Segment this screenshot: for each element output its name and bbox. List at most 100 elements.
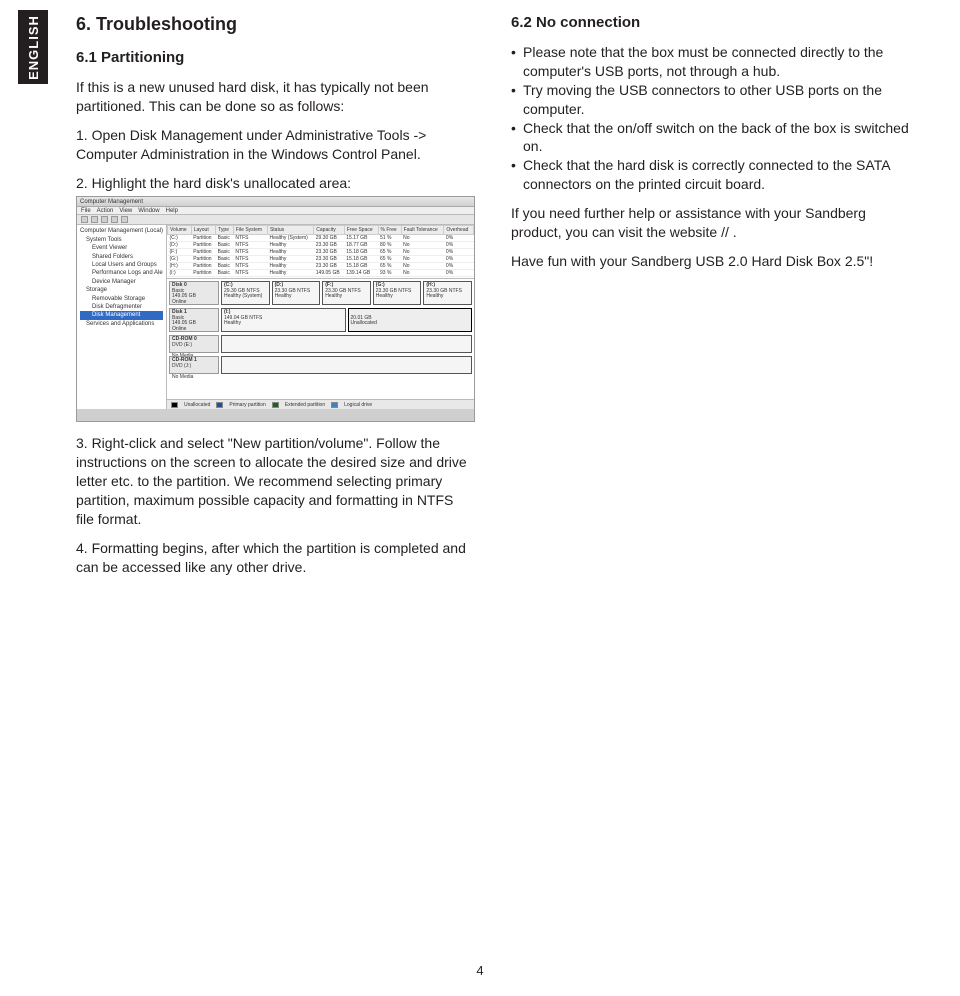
grid-cell: (I:) (168, 270, 192, 277)
grid-cell: Basic (216, 242, 234, 249)
grid-cell: Partition (191, 256, 215, 263)
grid-cell: No (401, 263, 444, 270)
grid-cell: (F:) (168, 249, 192, 256)
col-header: Free Space (344, 226, 378, 235)
partition: (C:)29.30 GB NTFSHealthy (System) (221, 281, 270, 305)
grid-cell: Basic (216, 263, 234, 270)
disk-partitions: (C:)29.30 GB NTFSHealthy (System)(D:)23.… (221, 281, 472, 305)
partition: (G:)23.30 GB NTFSHealthy (373, 281, 422, 305)
heading-no-connection: 6.2 No connection (511, 14, 910, 31)
disk-row: CD-ROM 1DVD (J:)No Media (169, 356, 472, 374)
grid-cell: 93 % (378, 270, 401, 277)
partition: (I:)149.04 GB NTFSHealthy (221, 308, 346, 332)
right-column: 6.2 No connection Please note that the b… (511, 14, 910, 587)
grid-cell: 149.05 GB (314, 270, 345, 277)
tree-node: Services and Applications (80, 320, 163, 328)
grid-cell: 23.30 GB (314, 263, 345, 270)
partitioning-intro: If this is a new unused hard disk, it ha… (76, 78, 475, 116)
col-header: % Free (378, 226, 401, 235)
disk-partitions (221, 335, 472, 353)
menu-item: Action (97, 208, 114, 214)
grid-cell: 15.17 GB (344, 235, 378, 242)
grid-cell: NTFS (233, 242, 267, 249)
grid-cell: 0% (444, 263, 474, 270)
language-tab-text: ENGLISH (26, 15, 41, 80)
tree-root: Computer Management (Local) (80, 227, 163, 235)
grid-cell: No (401, 249, 444, 256)
grid-cell: 0% (444, 256, 474, 263)
disk-row: Disk 1Basic149.05 GBOnline(I:)149.04 GB … (169, 308, 472, 332)
window-title: Computer Management (80, 199, 143, 205)
menu-item: File (81, 208, 91, 214)
menu-bar: File Action View Window Help (77, 207, 474, 215)
grid-cell: (G:) (168, 256, 192, 263)
grid-cell: 139.14 GB (344, 270, 378, 277)
grid-cell: 0% (444, 249, 474, 256)
grid-cell: Basic (216, 270, 234, 277)
legend-label: Extended partition (285, 402, 325, 408)
grid-cell: Healthy (267, 263, 313, 270)
legend-swatch (272, 402, 279, 408)
grid-cell: 0% (444, 270, 474, 277)
grid-cell: Partition (191, 270, 215, 277)
grid-cell: Partition (191, 249, 215, 256)
legend-bar: Unallocated Primary partition Extended p… (167, 399, 474, 409)
disk-row: CD-ROM 0DVD (E:)No Media (169, 335, 472, 353)
bullet-item: Check that the hard disk is correctly co… (511, 156, 910, 194)
no-connection-list: Please note that the box must be connect… (511, 43, 910, 194)
menu-item: View (119, 208, 132, 214)
grid-cell: NTFS (233, 249, 267, 256)
grid-cell: 65 % (378, 256, 401, 263)
step-4: 4. Formatting begins, after which the pa… (76, 539, 475, 577)
partition: (F:)23.30 GB NTFSHealthy (322, 281, 371, 305)
grid-cell: NTFS (233, 256, 267, 263)
tree-node: System Tools (80, 236, 163, 244)
toolbar-button (91, 216, 98, 223)
legend-label: Primary partition (229, 402, 265, 408)
grid-cell: 51 % (378, 235, 401, 242)
grid-cell: 80 % (378, 242, 401, 249)
col-header: Type (216, 226, 234, 235)
step-2: 2. Highlight the hard disk's unallocated… (76, 174, 475, 193)
grid-cell: 23.30 GB (314, 242, 345, 249)
grid-cell: (D:) (168, 242, 192, 249)
menu-item: Help (166, 208, 178, 214)
page-content: 6. Troubleshooting 6.1 Partitioning If t… (0, 0, 960, 607)
window-titlebar: Computer Management (77, 197, 474, 207)
grid-cell: Partition (191, 235, 215, 242)
toolbar-button (101, 216, 108, 223)
left-column: 6. Troubleshooting 6.1 Partitioning If t… (76, 14, 475, 587)
col-header: Volume (168, 226, 192, 235)
grid-cell: 15.18 GB (344, 263, 378, 270)
tree-node: Device Manager (80, 278, 163, 286)
volume-grid: Volume Layout Type File System Status Ca… (167, 225, 474, 279)
tree-node: Disk Defragmenter (80, 303, 163, 311)
step-3: 3. Right-click and select "New partition… (76, 434, 475, 528)
grid-cell: 65 % (378, 249, 401, 256)
tree-pane: Computer Management (Local) System Tools… (77, 225, 167, 409)
grid-cell: Healthy (267, 256, 313, 263)
page-number: 4 (0, 963, 960, 978)
grid-cell: Basic (216, 235, 234, 242)
disk-label: Disk 0Basic149.05 GBOnline (169, 281, 219, 305)
tree-node: Removable Storage (80, 295, 163, 303)
grid-cell: Basic (216, 256, 234, 263)
grid-cell: 65 % (378, 263, 401, 270)
grid-cell: 29.30 GB (314, 235, 345, 242)
disk-partitions: (I:)149.04 GB NTFSHealthy20.01 GBUnalloc… (221, 308, 472, 332)
grid-cell: (H:) (168, 263, 192, 270)
tree-node: Local Users and Groups (80, 261, 163, 269)
help-paragraph: If you need further help or assistance w… (511, 204, 910, 242)
disk-graphic-pane: Disk 0Basic149.05 GBOnline(C:)29.30 GB N… (167, 279, 474, 399)
grid-cell: Healthy (267, 249, 313, 256)
col-header: File System (233, 226, 267, 235)
toolbar-button (121, 216, 128, 223)
tree-node: Storage (80, 286, 163, 294)
grid-cell: No (401, 256, 444, 263)
grid-cell: 0% (444, 235, 474, 242)
partition: 20.01 GBUnallocated (348, 308, 473, 332)
grid-cell: 23.30 GB (314, 256, 345, 263)
grid-cell: Healthy (267, 270, 313, 277)
grid-cell: No (401, 242, 444, 249)
grid-cell: 15.18 GB (344, 256, 378, 263)
